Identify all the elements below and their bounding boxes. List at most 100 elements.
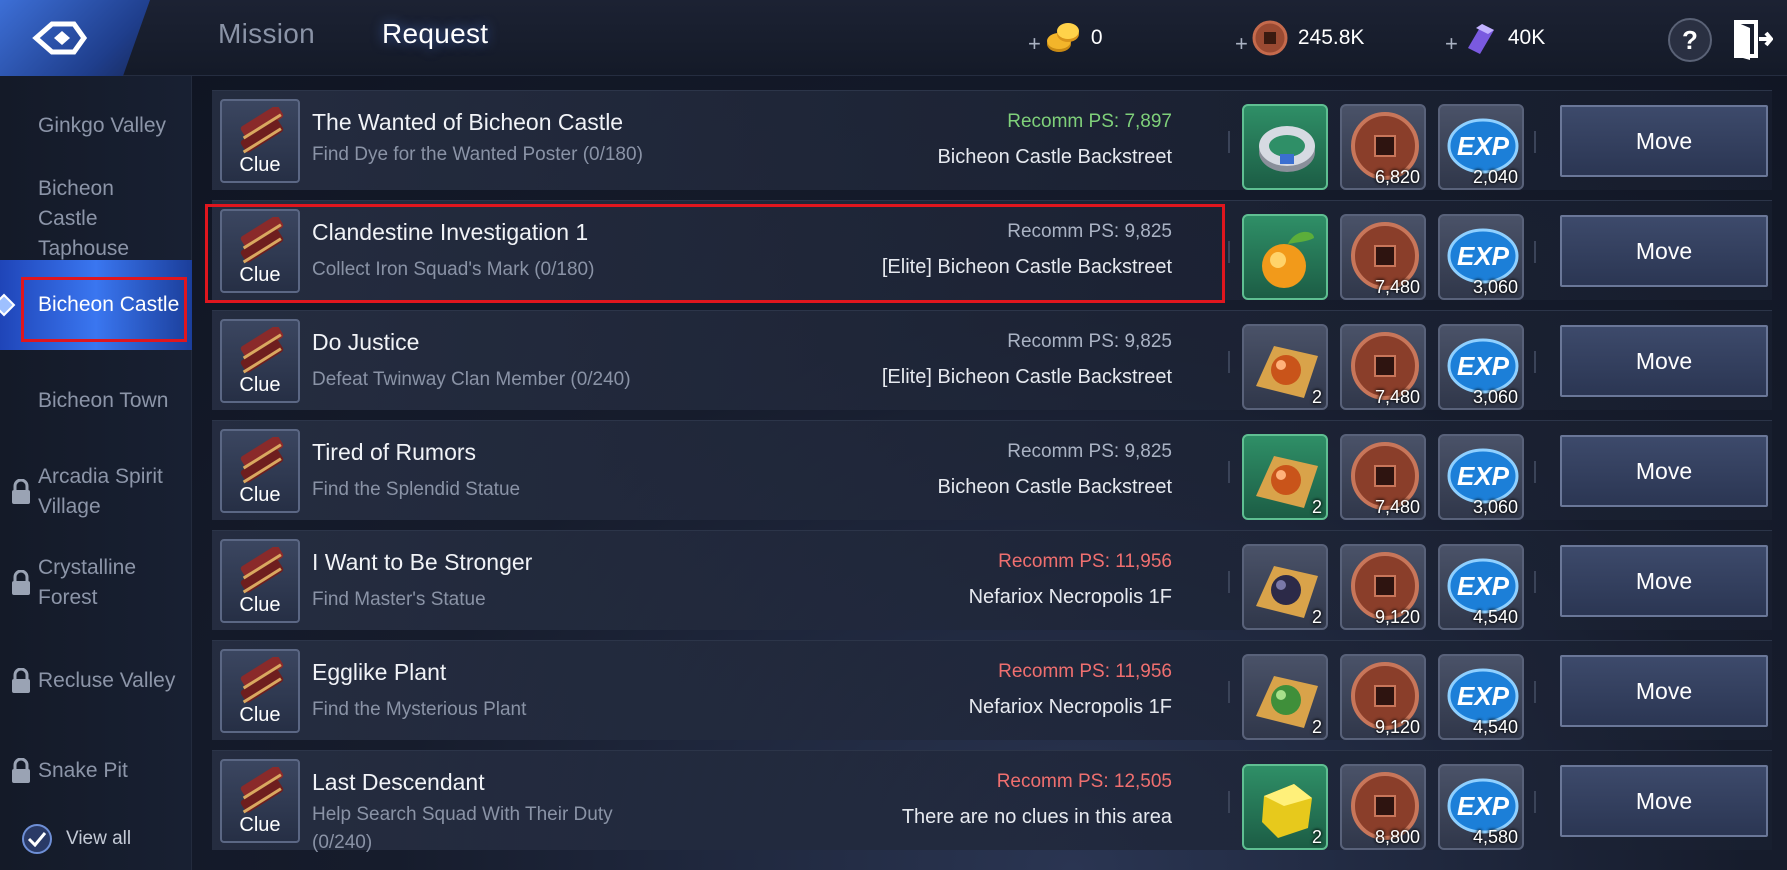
coin-currency[interactable]: + 245.8K bbox=[1235, 18, 1364, 58]
quest-description: Find Dye for the Wanted Poster (0/180) bbox=[312, 144, 643, 165]
reward-quantity: 2,040 bbox=[1472, 167, 1518, 187]
lock-icon bbox=[12, 758, 30, 783]
reward-exp[interactable]: EXP 3,060 bbox=[1438, 214, 1524, 300]
add-crystal-icon[interactable]: + bbox=[1445, 31, 1458, 57]
reward-exp[interactable]: EXP 4,540 bbox=[1438, 544, 1524, 630]
sidebar-item-snake-pit[interactable]: Snake Pit bbox=[0, 751, 192, 791]
move-button[interactable]: Move bbox=[1560, 545, 1768, 617]
reward-item[interactable]: 2 bbox=[1242, 654, 1328, 740]
help-button[interactable]: ? bbox=[1668, 18, 1712, 62]
divider bbox=[1534, 351, 1536, 373]
clue-scroll-icon[interactable]: Clue bbox=[220, 759, 300, 843]
clue-label: Clue bbox=[239, 594, 281, 616]
reward-coin[interactable]: 6,820 bbox=[1340, 104, 1426, 190]
sidebar-item-label: Bicheon Castle Taphouse bbox=[38, 177, 130, 260]
crystal-currency[interactable]: + 40K bbox=[1445, 18, 1545, 58]
view-all-toggle[interactable]: View all bbox=[22, 824, 131, 854]
clue-scroll-icon[interactable]: Clue bbox=[220, 539, 300, 623]
reward-coin[interactable]: 8,800 bbox=[1340, 764, 1426, 850]
reward-exp[interactable]: EXP 4,540 bbox=[1438, 654, 1524, 740]
clue-scroll-icon[interactable]: Clue bbox=[220, 429, 300, 513]
quest-title: Do Justice bbox=[312, 329, 420, 355]
reward-exp[interactable]: EXP 2,040 bbox=[1438, 104, 1524, 190]
quest-row[interactable]: Clue Clandestine Investigation 1 Collect I… bbox=[212, 200, 1772, 300]
add-coin-icon[interactable]: + bbox=[1235, 31, 1248, 57]
quest-location: Nefariox Necropolis 1F bbox=[968, 586, 1172, 608]
sidebar-item-arcadia-spirit-village[interactable]: Arcadia Spirit Village bbox=[0, 460, 192, 524]
gold-coins-icon bbox=[1046, 23, 1079, 52]
quest-location: Nefariox Necropolis 1F bbox=[968, 696, 1172, 718]
reward-coin[interactable]: 7,480 bbox=[1340, 434, 1426, 520]
reward-coin[interactable]: 9,120 bbox=[1340, 654, 1426, 740]
reward-exp[interactable]: EXP 3,060 bbox=[1438, 324, 1524, 410]
clue-scroll-icon[interactable]: Clue bbox=[220, 319, 300, 403]
quest-description: Find the Splendid Statue bbox=[312, 479, 521, 500]
add-gold-icon[interactable]: + bbox=[1028, 31, 1041, 57]
reward-quantity: 4,540 bbox=[1472, 607, 1518, 627]
coin-amount: 245.8K bbox=[1297, 26, 1365, 49]
quest-title: Clandestine Investigation 1 bbox=[312, 219, 589, 245]
reward-item[interactable] bbox=[1242, 214, 1328, 300]
reward-quantity: 2 bbox=[1311, 497, 1322, 517]
reward-exp[interactable]: EXP 4,580 bbox=[1438, 764, 1524, 850]
quest-title: Last Descendant bbox=[312, 769, 485, 795]
reward-item[interactable]: 2 bbox=[1242, 544, 1328, 630]
back-button[interactable] bbox=[0, 0, 150, 76]
move-button[interactable]: Move bbox=[1560, 215, 1768, 287]
move-button[interactable]: Move bbox=[1560, 765, 1768, 837]
sidebar-item-label: Crystalline Forest bbox=[38, 556, 137, 609]
reward-coin[interactable]: 9,120 bbox=[1340, 544, 1426, 630]
sidebar-item-bicheon-town[interactable]: Bicheon Town bbox=[0, 381, 192, 421]
sidebar-item-bicheon-castle-taphouse[interactable]: Bicheon Castle Taphouse bbox=[0, 177, 192, 260]
clue-scroll-icon[interactable]: Clue bbox=[220, 99, 300, 183]
recommended-ps: Recomm PS: 11,956 bbox=[998, 661, 1172, 682]
quest-row[interactable]: Clue I Want to Be Stronger Find Master's S… bbox=[212, 530, 1772, 630]
divider bbox=[1228, 131, 1230, 153]
reward-coin[interactable]: 7,480 bbox=[1340, 324, 1426, 410]
sidebar-item-ginkgo-valley[interactable]: Ginkgo Valley bbox=[0, 106, 192, 146]
divider bbox=[1534, 681, 1536, 703]
tab-mission[interactable]: Mission bbox=[218, 18, 315, 50]
gold-currency[interactable]: + 0 bbox=[1028, 18, 1103, 58]
reward-quantity: 9,120 bbox=[1374, 607, 1420, 627]
sidebar-item-bicheon-castle[interactable]: Bicheon Castle bbox=[0, 260, 192, 350]
quest-row[interactable]: Clue Egglike Plant Find the Mysterious Pla… bbox=[212, 640, 1772, 740]
quest-row[interactable]: Clue Do Justice Defeat Twinway Clan Member… bbox=[212, 310, 1772, 410]
reward-exp[interactable]: EXP 3,060 bbox=[1438, 434, 1524, 520]
reward-item[interactable]: 2 bbox=[1242, 434, 1328, 520]
quest-row[interactable]: Clue Last Descendant Help Search Squad Wit… bbox=[212, 750, 1772, 853]
sidebar-item-label: Ginkgo Valley bbox=[38, 114, 167, 137]
clue-scroll-icon[interactable]: Clue bbox=[220, 649, 300, 733]
divider bbox=[1534, 791, 1536, 813]
move-button[interactable]: Move bbox=[1560, 105, 1768, 177]
svg-text:EXP: EXP bbox=[1457, 571, 1510, 601]
clue-label: Clue bbox=[239, 264, 281, 286]
sidebar-item-recluse-valley[interactable]: Recluse Valley bbox=[0, 661, 192, 701]
reward-quantity: 3,060 bbox=[1472, 277, 1518, 297]
move-button[interactable]: Move bbox=[1560, 655, 1768, 727]
reward-item[interactable]: 2 bbox=[1242, 324, 1328, 410]
quest-row[interactable]: Clue Tired of Rumors Find the Splendid Sta… bbox=[212, 420, 1772, 520]
svg-text:EXP: EXP bbox=[1457, 791, 1510, 821]
quest-title: The Wanted of Bicheon Castle bbox=[312, 109, 624, 135]
quest-location: There are no clues in this area bbox=[901, 806, 1172, 828]
reward-coin[interactable]: 7,480 bbox=[1340, 214, 1426, 300]
reward-item[interactable] bbox=[1242, 104, 1328, 190]
reward-item[interactable]: 2 bbox=[1242, 764, 1328, 850]
crystal-amount: 40K bbox=[1507, 26, 1546, 49]
clue-scroll-icon[interactable]: Clue bbox=[220, 209, 300, 293]
quest-row[interactable]: Clue The Wanted of Bicheon Castle Find Dye… bbox=[212, 90, 1772, 190]
divider bbox=[1228, 571, 1230, 593]
quest-location: [Elite] Bicheon Castle Backstreet bbox=[881, 256, 1172, 278]
divider bbox=[1228, 241, 1230, 263]
quest-location: [Elite] Bicheon Castle Backstreet bbox=[881, 366, 1172, 388]
checkmark-icon[interactable] bbox=[22, 824, 52, 854]
tab-request[interactable]: Request bbox=[382, 18, 488, 50]
divider bbox=[1534, 131, 1536, 153]
move-button[interactable]: Move bbox=[1560, 325, 1768, 397]
reward-quantity: 4,580 bbox=[1472, 827, 1518, 847]
exit-icon[interactable] bbox=[1733, 16, 1773, 62]
move-button[interactable]: Move bbox=[1560, 435, 1768, 507]
clue-label: Clue bbox=[239, 374, 281, 396]
sidebar-item-crystalline-forest[interactable]: Crystalline Forest bbox=[0, 551, 192, 615]
